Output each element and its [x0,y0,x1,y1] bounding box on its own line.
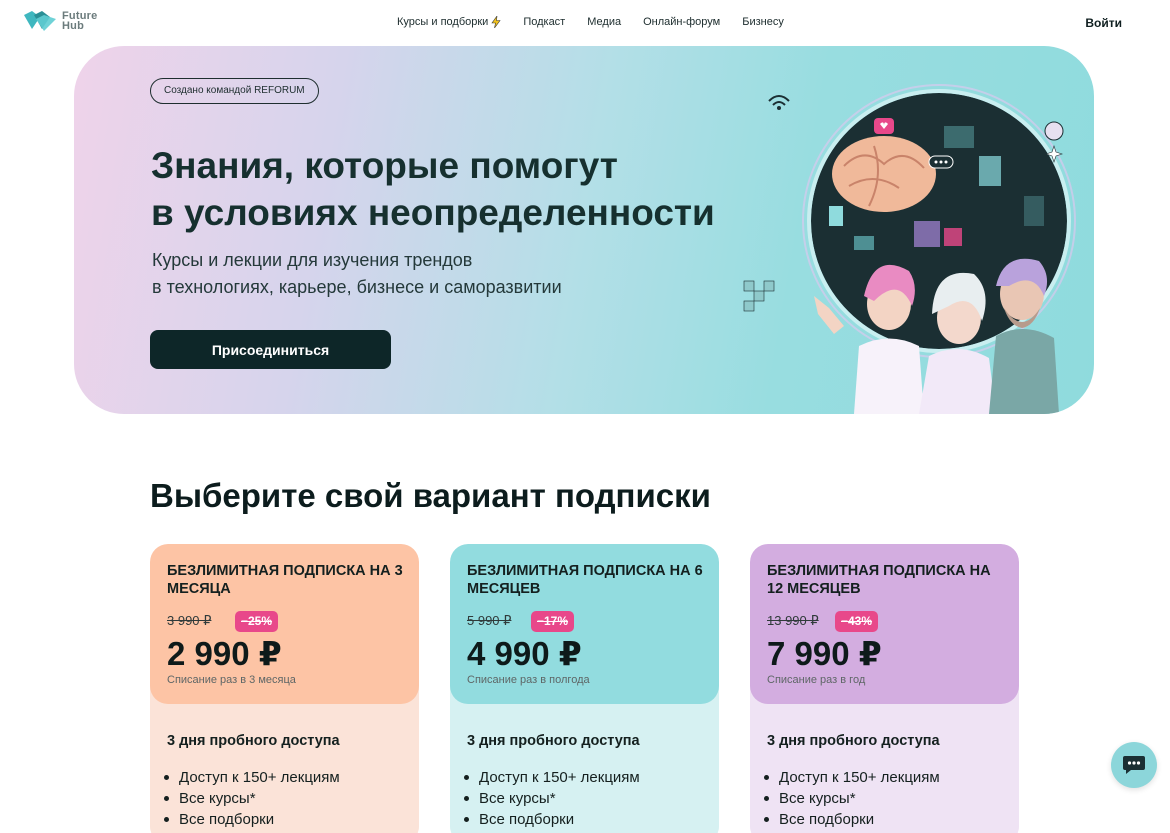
plan-feature-item: Доступ к 150+ лекциям [164,767,340,788]
hero-title-line2: в условиях неопределенности [151,192,715,233]
plan-feature-text: Все подборки [779,811,875,828]
hero-subtitle-line1: Курсы и лекции для изучения трендов [152,250,473,270]
nav-item-media[interactable]: Медиа [587,16,621,28]
plan-discount-badge: −43% [835,611,879,632]
chat-button[interactable] [1111,742,1157,788]
reforum-badge: Создано командой REFORUM [150,78,319,104]
bullet-icon [464,817,469,822]
login-link[interactable]: Войти [1085,16,1122,30]
plan-feature-item: Все курсы* [764,788,940,809]
plan-price: 7 990 ₽ [767,635,882,672]
nav-item-courses-label: Курсы и подборки [397,16,489,28]
hero-title-line1: Знания, которые помогут [151,145,618,186]
plan-feature-text: Все курсы* [779,790,856,807]
future-hub-logo-icon [24,11,56,31]
plan-billing-note: Списание раз в полгода [467,674,590,686]
plans-section-title: Выберите свой вариант подписки [150,477,711,514]
plan-feature-item: Доступ к 150+ лекциям [464,767,640,788]
plan-features: Доступ к 150+ лекциям Все курсы* Все под… [464,767,640,830]
plan-old-price: 13 990 ₽ [767,613,819,628]
hero-subtitle: Курсы и лекции для изучения трендов в те… [152,247,652,301]
bullet-icon [464,796,469,801]
plan-feature-text: Все курсы* [479,790,556,807]
plan-feature-text: Доступ к 150+ лекциям [179,769,340,786]
hero-illustration [743,84,1076,414]
plan-trial: 3 дня пробного доступа [167,733,340,749]
plan-price: 2 990 ₽ [167,635,282,672]
lightning-icon [491,16,501,28]
hero-banner: Создано командой REFORUM Знания, которые… [74,46,1094,414]
plan-feature-item: Все подборки [764,809,940,830]
plan-features: Доступ к 150+ лекциям Все курсы* Все под… [164,767,340,830]
bullet-icon [764,775,769,780]
chat-bubble-icon [1123,756,1145,774]
plan-feature-text: Доступ к 150+ лекциям [779,769,940,786]
plan-trial: 3 дня пробного доступа [767,733,940,749]
plan-feature-item: Все курсы* [464,788,640,809]
plan-feature-text: Все курсы* [179,790,256,807]
bullet-icon [764,817,769,822]
plan-name: Безлимитная подписка на 12 месяцев [767,563,991,597]
plan-trial: 3 дня пробного доступа [467,733,640,749]
hero-title: Знания, которые помогут в условиях неопр… [151,142,751,236]
plan-feature-item: Все курсы* [164,788,340,809]
plan-card-6-months[interactable]: Безлимитная подписка на 6 месяцев 5 990 … [450,544,719,833]
plan-feature-item: Доступ к 150+ лекциям [764,767,940,788]
plan-feature-item: Все подборки [464,809,640,830]
plan-features: Доступ к 150+ лекциям Все курсы* Все под… [764,767,940,830]
main-nav: Курсы и подборки Подкаст Медиа Онлайн-фо… [397,16,784,28]
plan-discount-badge: −25% [235,611,279,632]
bullet-icon [164,817,169,822]
plan-feature-item: Все подборки [164,809,340,830]
logo-text-line2: Hub [62,20,84,32]
logo-text: Future Hub [62,11,97,32]
top-header: Future Hub Курсы и подборки Подкаст Меди… [0,0,1170,46]
plan-old-price: 3 990 ₽ [167,613,212,628]
join-button[interactable]: Присоединиться [150,330,391,369]
logo[interactable]: Future Hub [22,9,97,33]
plan-name: Безлимитная подписка на 6 месяцев [467,563,703,597]
plan-discount-badge: −17% [531,611,575,632]
bullet-icon [164,775,169,780]
bullet-icon [164,796,169,801]
nav-item-podcast[interactable]: Подкаст [523,16,565,28]
nav-item-courses[interactable]: Курсы и подборки [397,16,501,28]
plan-card-12-months[interactable]: Безлимитная подписка на 12 месяцев 13 99… [750,544,1019,833]
plan-billing-note: Списание раз в 3 месяца [167,674,296,686]
nav-item-business[interactable]: Бизнесу [742,16,784,28]
plan-old-price: 5 990 ₽ [467,613,512,628]
nav-item-online-forum[interactable]: Онлайн-форум [643,16,720,28]
bullet-icon [464,775,469,780]
plan-price: 4 990 ₽ [467,635,582,672]
plan-feature-text: Все подборки [479,811,575,828]
plan-card-3-months[interactable]: Безлимитная подписка на 3 месяца 3 990 ₽… [150,544,419,833]
hero-subtitle-line2: в технологиях, карьере, бизнесе и самора… [152,277,562,297]
plan-billing-note: Списание раз в год [767,674,866,686]
plan-feature-text: Все подборки [179,811,275,828]
plan-feature-text: Доступ к 150+ лекциям [479,769,640,786]
bullet-icon [764,796,769,801]
plan-name: Безлимитная подписка на 3 месяца [167,563,403,597]
